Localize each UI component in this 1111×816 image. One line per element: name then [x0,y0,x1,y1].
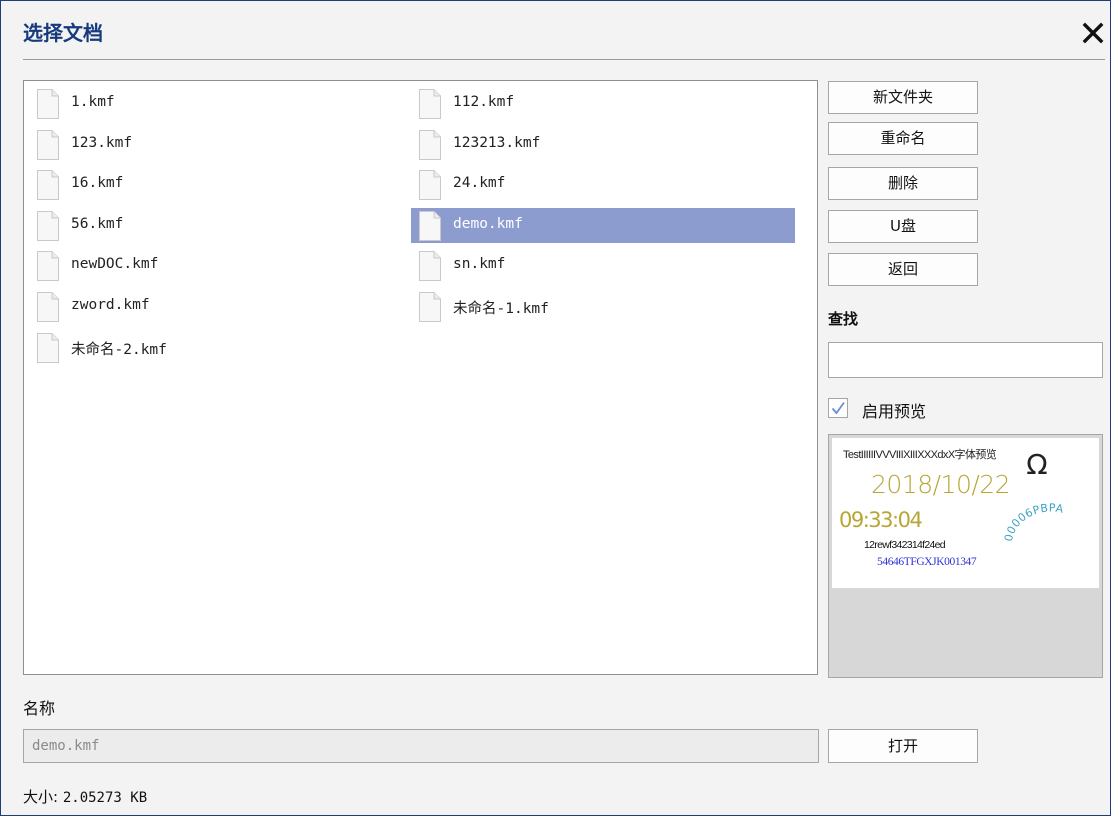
name-label: 名称 [23,699,56,718]
document-icon [419,170,441,201]
file-name: sn.kmf [453,256,506,273]
preview-time: 09:33:04 [839,508,923,532]
file-name: 未命名-1.kmf [453,301,549,317]
search-label: 查找 [828,310,859,328]
arc-text-content: 00006PBPA [1002,501,1064,542]
preview-checkbox[interactable] [828,398,848,418]
omega-glyph: Ω [1026,448,1047,480]
file-item[interactable]: 123.kmf [29,127,413,162]
file-item[interactable]: 112.kmf [411,86,795,121]
document-icon [419,129,441,160]
size-label: 大小: [23,788,59,806]
svg-text:00006PBPA: 00006PBPA [1002,501,1065,542]
document-icon [37,170,59,201]
checkmark-icon [831,401,845,415]
file-name: 123.kmf [71,134,133,151]
search-input[interactable] [828,342,1103,378]
size-value: 2.05273 KB [62,790,148,806]
file-name: 24.kmf [453,175,506,192]
preview-panel: TestIIIIIIVVVIIIXIIIXXXdxX字体预览 Ω 2018/10… [828,434,1103,678]
back-button[interactable]: 返回 [828,253,978,286]
dialog-title: 选择文档 [23,21,103,45]
file-name: 56.kmf [71,215,124,232]
file-name: 1.kmf [71,94,115,110]
file-name: demo.kmf [453,215,523,232]
file-picker-dialog: 选择文档 1.kmf 112.kmf 123.kmf 123213.kmf 16.kmf… [0,0,1111,816]
file-item[interactable]: 24.kmf [411,167,795,202]
document-icon [419,251,441,282]
new-folder-button[interactable]: 新文件夹 [828,81,978,114]
file-name: 112.kmf [453,94,515,110]
file-item[interactable]: 16.kmf [29,167,413,202]
file-item[interactable]: 未命名-2.kmf [29,330,413,365]
document-icon [419,89,441,119]
file-list[interactable]: 1.kmf 112.kmf 123.kmf 123213.kmf 16.kmf 24.km… [23,80,818,675]
document-icon [37,292,59,322]
rename-button[interactable]: 重命名 [828,122,978,155]
preview-code-line: 12rewf342314f24ed [864,539,946,551]
preview-toggle[interactable]: 启用预览 [828,397,978,421]
file-item[interactable]: zword.kmf [29,289,413,324]
open-button[interactable]: 打开 [828,729,978,763]
file-name: zword.kmf [71,297,150,313]
file-item[interactable]: newDOC.kmf [29,248,413,283]
preview-label: 启用预览 [862,402,927,421]
document-icon [37,332,59,363]
title-bar: 选择文档 [1,1,1110,61]
close-icon [1082,22,1104,44]
close-button[interactable] [1079,19,1107,47]
file-name-field[interactable] [23,729,819,763]
preview-date: 2018/10/22 [871,470,1011,499]
document-icon [37,89,59,119]
usb-drive-button[interactable]: U盘 [828,210,978,243]
file-item[interactable]: demo.kmf [411,207,795,243]
document-icon [419,210,441,241]
preview-serial-line: 54646TFGXJK001347 [877,556,977,568]
preview-text-line: TestIIIIIIVVVIIIXIIIXXXdxX字体预览 [843,449,997,461]
file-name: 未命名-2.kmf [71,341,167,358]
document-icon [37,210,59,241]
title-divider [23,59,1105,60]
file-item[interactable]: 1.kmf [29,86,413,121]
document-icon [419,292,441,322]
file-name: 123213.kmf [453,134,541,151]
delete-button[interactable]: 删除 [828,167,978,200]
file-item[interactable]: 未命名-1.kmf [411,289,795,324]
file-name: 16.kmf [71,175,124,192]
file-name: newDOC.kmf [71,256,159,273]
file-item[interactable]: sn.kmf [411,248,795,283]
file-item[interactable]: 56.kmf [29,208,413,243]
arc-text: 00006PBPA [1002,501,1065,542]
document-icon [37,251,59,282]
file-item[interactable]: 123213.kmf [411,127,795,162]
file-size-info: 大小: 2.05273 KB [23,786,147,807]
omega-symbol: Ω [1026,448,1047,480]
document-icon [37,129,59,160]
preview-image: TestIIIIIIVVVIIIXIIIXXXdxX字体预览 Ω 2018/10… [832,438,1099,588]
